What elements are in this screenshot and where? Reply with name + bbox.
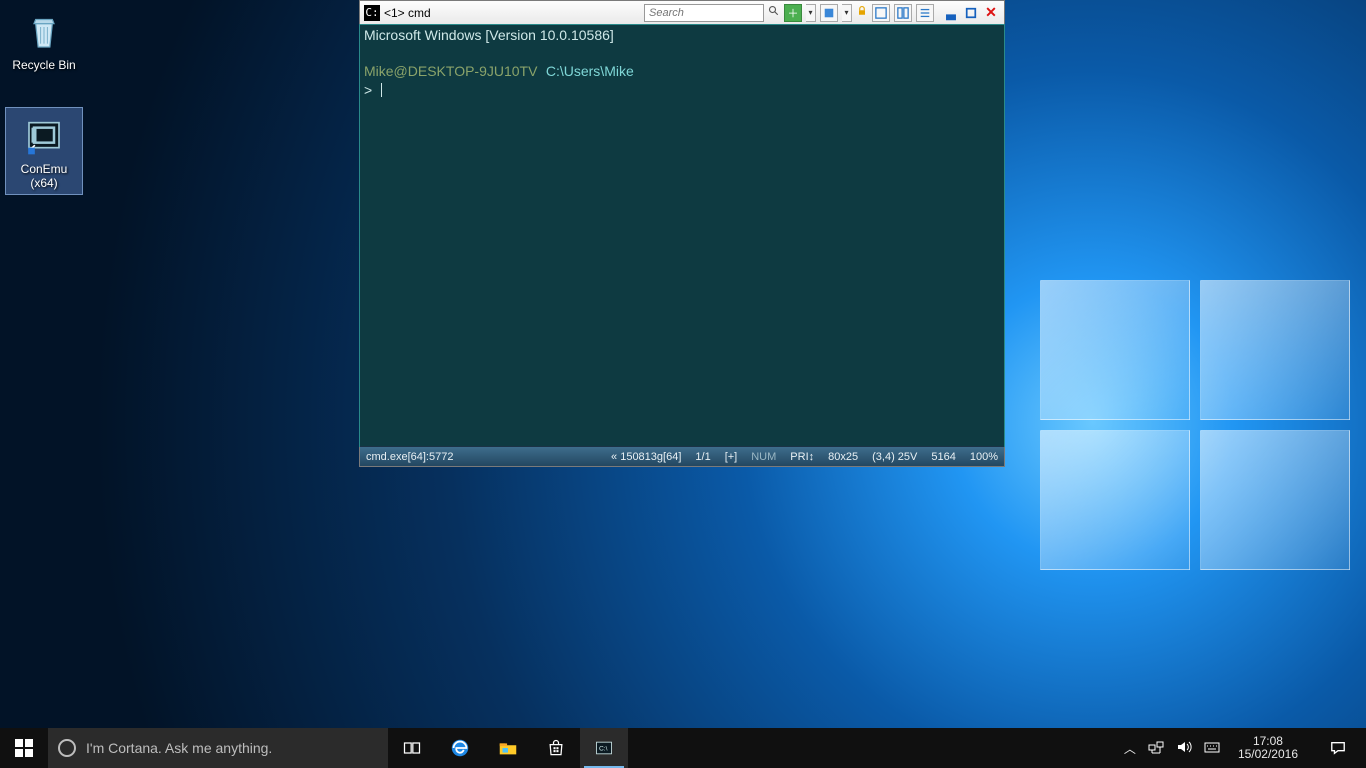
tray-keyboard-icon[interactable] [1204,739,1220,758]
tray-overflow-button[interactable]: ︿ [1124,740,1136,757]
status-tabs: 1/1 [695,451,710,463]
desktop-icon-label: Recycle Bin [8,58,80,72]
terminal-path: C:\Users\Mike [546,63,634,79]
wallpaper-pane [1040,280,1190,420]
search-icon[interactable] [768,5,780,20]
new-tab-dropdown[interactable]: ▾ [806,4,816,22]
status-mem: 5164 [931,451,955,463]
status-bar: cmd.exe[64]:5772 « 150813g[64] 1/1 [+] N… [360,446,1004,466]
window-controls: ▃ ✕ [942,5,1000,21]
conemu-window: C: <1> cmd ＋ ▾ ▾ ▃ ✕ [359,0,1005,467]
close-button[interactable]: ✕ [982,5,1000,21]
start-button[interactable] [0,728,48,768]
svg-text:C:\: C:\ [599,746,608,753]
status-cursor: (3,4) 25V [872,451,917,463]
terminal-prompt: > [364,82,372,98]
cortana-icon [58,739,76,757]
status-build: « 150813g[64] [611,451,681,463]
action-center-button[interactable] [1316,740,1360,756]
conemu-icon [20,112,68,160]
lock-icon[interactable] [856,5,868,20]
desktop-icon-recycle-bin[interactable]: Recycle Bin [6,4,82,76]
clock-date: 15/02/2016 [1238,748,1298,761]
desktop-icon-conemu[interactable]: ConEmu (x64) [6,108,82,194]
window-mode-button[interactable] [820,4,838,22]
status-num: NUM [751,451,776,463]
app-icon: C: [364,5,380,21]
terminal-area[interactable]: Microsoft Windows [Version 10.0.10586] M… [360,25,1004,446]
wallpaper-pane [1200,280,1350,420]
task-view-button[interactable] [388,728,436,768]
layout-split-button[interactable] [894,4,912,22]
taskbar-app-store[interactable] [532,728,580,768]
status-size: 80x25 [828,451,858,463]
layout-single-button[interactable] [872,4,890,22]
recycle-bin-icon [20,8,68,56]
window-mode-dropdown[interactable]: ▾ [842,4,852,22]
terminal-userhost: Mike@DESKTOP-9JU10TV [364,63,537,79]
taskbar: I'm Cortana. Ask me anything. C:\ ︿ 17:0… [0,728,1366,768]
titlebar[interactable]: C: <1> cmd ＋ ▾ ▾ ▃ ✕ [360,1,1004,25]
taskbar-app-conemu[interactable]: C:\ [580,728,628,768]
cortana-search[interactable]: I'm Cortana. Ask me anything. [48,728,388,768]
wallpaper-pane [1200,430,1350,570]
tray-volume-icon[interactable] [1176,739,1192,758]
wallpaper-pane [1040,430,1190,570]
layout-list-button[interactable] [916,4,934,22]
status-plus[interactable]: [+] [725,451,738,463]
tray-network-icon[interactable] [1148,739,1164,758]
window-title: <1> cmd [384,6,431,20]
new-tab-button[interactable]: ＋ [784,4,802,22]
desktop-icon-label: ConEmu (x64) [8,162,80,190]
terminal-line: Microsoft Windows [Version 10.0.10586] [364,27,614,43]
titlebar-search-input[interactable] [644,4,764,22]
taskbar-app-edge[interactable] [436,728,484,768]
minimize-button[interactable]: ▃ [942,5,960,21]
tray-clock[interactable]: 17:08 15/02/2016 [1232,735,1304,761]
maximize-button[interactable] [962,5,980,21]
terminal-cursor [381,83,382,97]
cortana-placeholder: I'm Cortana. Ask me anything. [86,740,272,756]
system-tray: ︿ 17:08 15/02/2016 [1118,728,1366,768]
status-zoom: 100% [970,451,998,463]
status-process: cmd.exe[64]:5772 [366,451,453,463]
taskbar-app-explorer[interactable] [484,728,532,768]
status-pri: PRI↕ [790,451,814,463]
